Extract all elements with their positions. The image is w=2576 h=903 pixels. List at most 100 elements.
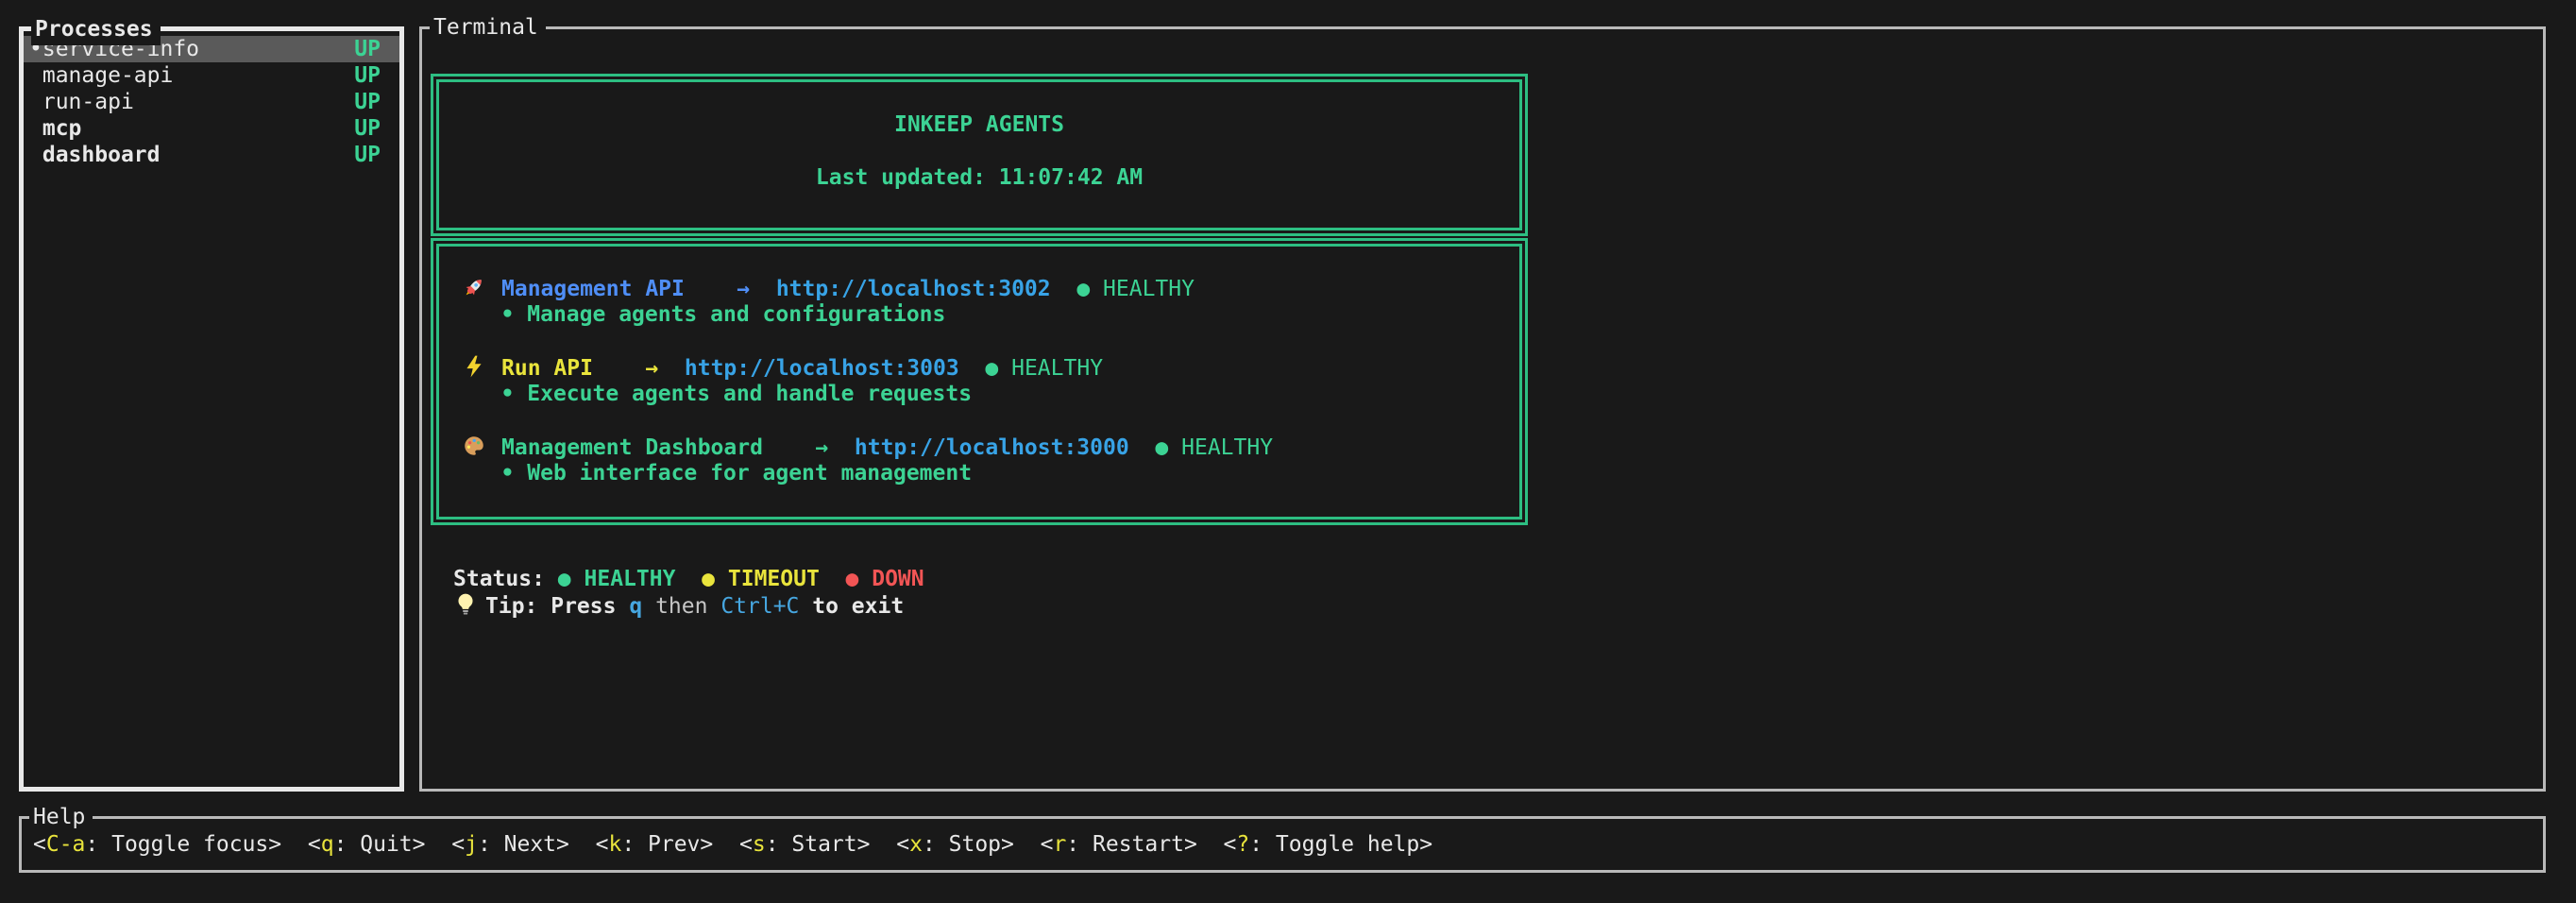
gap [593,356,645,381]
separator: : [85,832,111,857]
gap [571,567,585,591]
processes-panel: Processes •service-info UP manage-api UP… [19,26,404,792]
help-panel: Help <C-a: Toggle focus> <q: Quit> <j: N… [19,816,2546,873]
service-url[interactable]: http://localhost:3000 [855,435,1129,460]
bracket: < [1041,832,1054,857]
service-url[interactable]: http://localhost:3003 [685,356,959,381]
process-row-run-api[interactable]: run-api UP [24,89,399,115]
legend-healthy: HEALTHY [585,567,676,591]
service-label: Management API [501,277,685,301]
gap [514,382,527,406]
help-key-quit: q [321,832,334,857]
bracket: < [896,832,909,857]
legend-timeout: TIMEOUT [728,567,820,591]
bracket: < [596,832,609,857]
bracket: < [33,832,46,857]
help-label: Quit [360,832,412,857]
service-label: Management Dashboard [501,435,763,460]
process-row-manage-api[interactable]: manage-api UP [24,62,399,89]
tip-middle: then [655,594,707,619]
separator: : [1066,832,1093,857]
terminal-panel-title: Terminal [430,11,546,43]
palette-icon [462,434,490,458]
tip-prefix: Tip: Press [485,594,616,619]
health-label: HEALTHY [1103,277,1195,301]
service-description: • Execute agents and handle requests [462,381,1519,407]
bulb-icon [453,592,478,617]
bracket: > [1001,832,1014,857]
gap [462,302,501,327]
gap [514,302,527,327]
bracket: > [268,832,281,857]
bracket: > [413,832,426,857]
bracket: < [308,832,321,857]
healthy-dot-icon: ● [558,567,571,591]
process-row-mcp[interactable]: mcp UP [24,115,399,142]
help-label: Toggle focus [111,832,268,857]
services-box: Management API → http://localhost:3002 ●… [431,238,1528,525]
tip-key-ctrl-c: Ctrl+C [720,594,799,619]
process-row-dashboard[interactable]: dashboard UP [24,142,399,168]
terminal-panel: Terminal INKEEP AGENTS Last updated: 11:… [419,26,2546,792]
bracket: > [700,832,713,857]
gap [1197,832,1224,857]
gap [616,594,629,619]
process-list: •service-info UP manage-api UP run-api U… [24,31,399,168]
blank-line [462,407,1519,434]
process-name: dashboard [42,142,161,168]
gap [763,435,815,460]
health-dot-icon: ● [1076,277,1090,301]
gap [1090,277,1103,301]
service-url[interactable]: http://localhost:3002 [776,277,1051,301]
status-label: Status: [453,567,545,591]
help-key-toggle-focus: C-a [46,832,86,857]
rocket-icon [462,275,490,299]
selection-marker [29,142,42,168]
arrow-icon: → [645,356,658,381]
process-status-badge: UP [354,62,381,89]
bracket: < [1224,832,1237,857]
gap [799,594,812,619]
arrow-icon: → [815,435,828,460]
help-key-restart: r [1053,832,1066,857]
gap [1051,277,1077,301]
gap [569,832,596,857]
service-row-management-api: Management API → http://localhost:3002 ●… [462,275,1519,301]
separator: : [334,832,361,857]
tip-line: Tip: Press q then Ctrl+C to exit [453,592,904,619]
bullet-icon: • [501,461,515,486]
timeout-dot-icon: ● [702,567,715,591]
service-row-management-dashboard: Management Dashboard → http://localhost:… [462,434,1519,460]
gap [828,435,855,460]
last-updated: Last updated: 11:07:42 AM [439,164,1519,191]
health-label: HEALTHY [1181,435,1273,460]
help-panel-title: Help [29,801,93,833]
help-label: Toggle help [1276,832,1419,857]
gap [713,832,739,857]
gap [545,567,558,591]
process-status-badge: UP [354,115,381,142]
bracket: > [556,832,569,857]
process-name: manage-api [42,62,173,89]
bracket: < [451,832,465,857]
help-label: Start [791,832,856,857]
gap [858,567,872,591]
processes-panel-title: Processes [31,13,161,45]
gap [642,594,655,619]
help-label: Prev [648,832,700,857]
tip-key-q: q [629,594,642,619]
arrow-icon: → [737,277,750,301]
gap [462,461,501,486]
down-dot-icon: ● [846,567,859,591]
gap [1014,832,1041,857]
bracket: < [739,832,753,857]
separator: : [478,832,504,857]
gap [871,832,897,857]
help-key-stop: x [909,832,923,857]
gap [675,567,702,591]
gap [1129,435,1156,460]
help-key-prev: k [608,832,621,857]
gap [1168,435,1181,460]
gap [426,832,452,857]
process-status-badge: UP [354,36,381,62]
